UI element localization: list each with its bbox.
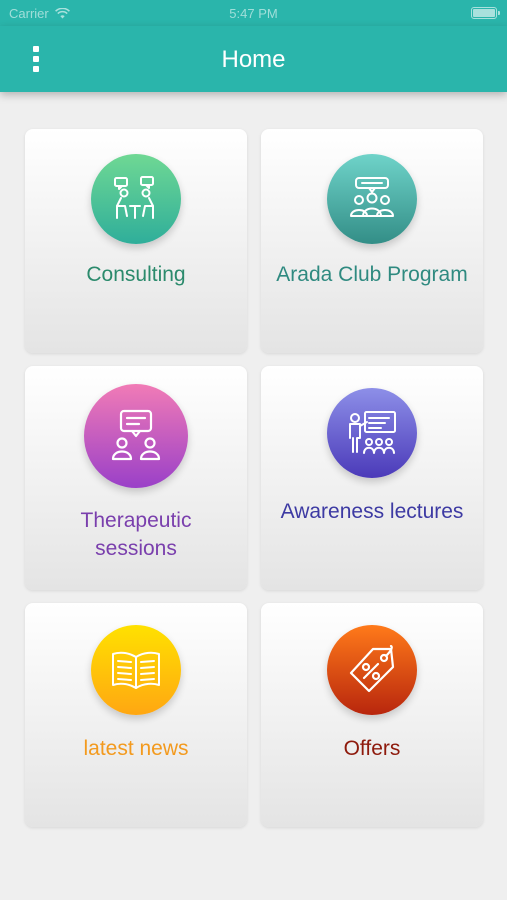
news-icon bbox=[112, 651, 160, 689]
card-label-line1: Therapeutic bbox=[80, 509, 192, 532]
card-therapeutic-sessions[interactable]: Therapeutic sessions bbox=[25, 366, 247, 590]
nav-bar: Home bbox=[0, 26, 507, 92]
club-program-icon-circle bbox=[327, 154, 417, 244]
card-label-multiline: Therapeutic sessions bbox=[25, 507, 247, 563]
card-club-program[interactable]: Arada Club Program bbox=[261, 129, 483, 353]
card-label: Awareness lectures bbox=[280, 500, 464, 523]
card-offers[interactable]: Offers bbox=[261, 603, 483, 827]
battery-icon bbox=[471, 7, 500, 19]
therapeutic-sessions-icon-circle bbox=[84, 384, 188, 488]
page-title: Home bbox=[221, 46, 286, 73]
card-label: Consulting bbox=[86, 263, 186, 286]
consulting-icon-circle bbox=[91, 154, 181, 244]
card-label-line2: sessions bbox=[95, 537, 177, 560]
card-label: Offers bbox=[343, 737, 401, 760]
status-time: 5:47 PM bbox=[229, 6, 278, 21]
lecture-icon-circle bbox=[327, 388, 417, 478]
therapeutic-sessions-icon bbox=[111, 409, 161, 461]
card-latest-news[interactable]: latest news bbox=[25, 603, 247, 827]
card-awareness-lectures[interactable]: Awareness lectures bbox=[261, 366, 483, 590]
consulting-icon bbox=[114, 176, 154, 219]
club-program-icon bbox=[350, 177, 394, 217]
offers-icon-circle bbox=[327, 625, 417, 715]
card-consulting[interactable]: Consulting bbox=[25, 129, 247, 353]
lecture-icon bbox=[349, 411, 396, 454]
news-icon-circle bbox=[91, 625, 181, 715]
offers-icon bbox=[349, 645, 395, 693]
status-bar: Carrier 5:47 PM bbox=[0, 0, 507, 26]
card-label: latest news bbox=[83, 737, 189, 760]
card-label: Arada Club Program bbox=[276, 263, 468, 286]
